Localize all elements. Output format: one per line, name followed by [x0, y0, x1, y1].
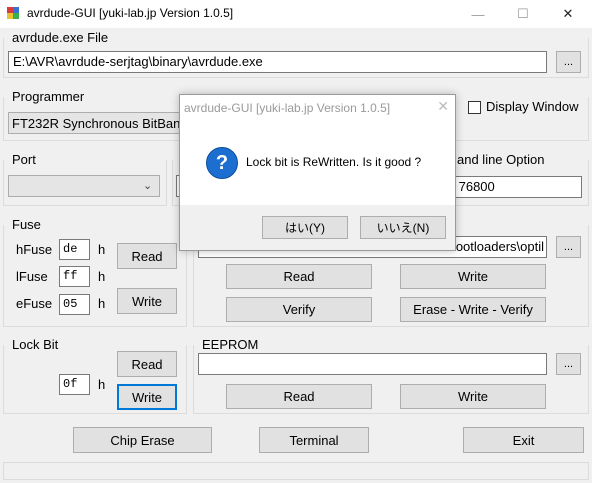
- eeprom-read-button[interactable]: Read: [226, 384, 372, 409]
- eeprom-browse-button[interactable]: ...: [556, 353, 581, 375]
- flash-erase-write-verify-button[interactable]: Erase - Write - Verify: [400, 297, 546, 322]
- flash-write-button[interactable]: Write: [400, 264, 546, 289]
- dialog-title: avrdude-GUI [yuki-lab.jp Version 1.0.5]: [184, 101, 391, 115]
- close-button[interactable]: ✕: [548, 0, 588, 28]
- avrdude-exe-browse-button[interactable]: ...: [556, 51, 581, 73]
- port-select[interactable]: ⌄: [8, 175, 160, 197]
- lock-bit-label: Lock Bit: [10, 337, 61, 352]
- programmer-select[interactable]: FT232R Synchronous BitBan: [8, 112, 183, 134]
- chip-erase-button[interactable]: Chip Erase: [73, 427, 212, 453]
- lock-bit-read-button[interactable]: Read: [117, 351, 177, 377]
- hfuse-suffix: h: [98, 242, 106, 257]
- maximize-button[interactable]: ☐: [503, 0, 543, 28]
- efuse-label: eFuse: [16, 296, 53, 311]
- port-label: Port: [10, 152, 38, 167]
- lfuse-suffix: h: [98, 269, 106, 284]
- command-line-label: and line Option: [455, 152, 547, 167]
- fuse-read-button[interactable]: Read: [117, 243, 177, 269]
- display-window-label: Display Window: [486, 99, 579, 114]
- avrdude-exe-path-input[interactable]: E:\AVR\avrdude-serjtag\binary\avrdude.ex…: [8, 51, 547, 73]
- lock-bit-suffix: h: [98, 377, 106, 392]
- display-window-checkbox[interactable]: [468, 101, 481, 114]
- eeprom-write-button[interactable]: Write: [400, 384, 546, 409]
- eeprom-path-input[interactable]: [198, 353, 547, 375]
- lock-bit-input[interactable]: 0f: [59, 374, 90, 395]
- confirm-dialog: avrdude-GUI [yuki-lab.jp Version 1.0.5] …: [179, 94, 456, 251]
- minimize-button[interactable]: —: [458, 0, 498, 28]
- programmer-label: Programmer: [10, 89, 87, 104]
- efuse-suffix: h: [98, 296, 106, 311]
- avrdude-exe-label: avrdude.exe File: [10, 30, 111, 45]
- lfuse-label: lFuse: [16, 269, 48, 284]
- terminal-button[interactable]: Terminal: [259, 427, 369, 453]
- window-title: avrdude-GUI [yuki-lab.jp Version 1.0.5]: [27, 6, 234, 20]
- dialog-no-button[interactable]: いいえ(N): [360, 216, 446, 239]
- lfuse-input[interactable]: ff: [59, 266, 90, 287]
- chevron-down-icon: ⌄: [143, 180, 153, 192]
- flash-read-button[interactable]: Read: [226, 264, 372, 289]
- flash-browse-button[interactable]: ...: [556, 236, 581, 258]
- dialog-yes-button[interactable]: はい(Y): [262, 216, 348, 239]
- flash-verify-button[interactable]: Verify: [226, 297, 372, 322]
- exit-button[interactable]: Exit: [463, 427, 584, 453]
- dialog-close-button[interactable]: ✕: [437, 98, 449, 115]
- hfuse-label: hFuse: [16, 242, 53, 257]
- dialog-footer: はい(Y) いいえ(N): [180, 205, 455, 250]
- lock-bit-write-button[interactable]: Write: [117, 384, 177, 410]
- app-icon: [7, 7, 19, 19]
- dialog-message: Lock bit is ReWritten. Is it good ?: [246, 155, 422, 169]
- title-bar: avrdude-GUI [yuki-lab.jp Version 1.0.5] …: [0, 0, 592, 28]
- efuse-input[interactable]: 05: [59, 294, 90, 315]
- programmer-selected: FT232R Synchronous BitBan: [12, 116, 181, 131]
- question-icon: ?: [206, 147, 238, 179]
- status-bar: [3, 462, 589, 480]
- fuse-label: Fuse: [10, 217, 43, 232]
- fuse-write-button[interactable]: Write: [117, 288, 177, 314]
- eeprom-label: EEPROM: [200, 337, 261, 352]
- command-line-input[interactable]: -B 76800: [440, 176, 582, 198]
- hfuse-input[interactable]: de: [59, 239, 90, 260]
